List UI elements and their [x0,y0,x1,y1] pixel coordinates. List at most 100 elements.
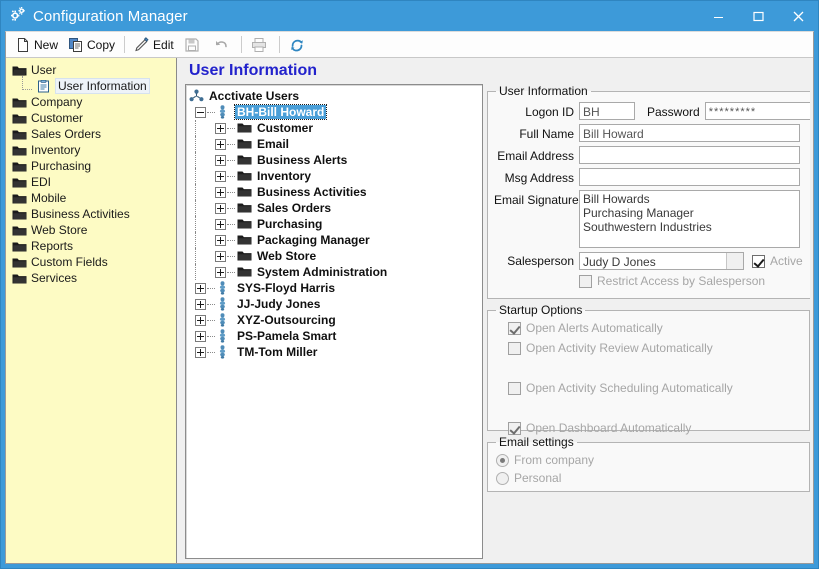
sidebar-item-services[interactable]: Services [6,270,176,286]
expand-toggle[interactable] [215,154,226,166]
open-dashboard-label: Open Dashboard Automatically [526,421,692,435]
email-settings-legend: Email settings [499,435,574,449]
application-window: Configuration Manager New Copy Edit User… [0,0,819,569]
sidebar-item-edi[interactable]: EDI [6,174,176,190]
tree-node-email[interactable]: Email [189,136,482,152]
expand-toggle[interactable] [215,202,226,214]
expand-toggle[interactable] [215,218,226,230]
tree-node-xyz-outsourcing[interactable]: XYZ-Outsourcing [189,312,482,328]
open-activity-scheduling-checkbox [508,381,521,395]
tree-node-tm-tom-miller[interactable]: TM-Tom Miller [189,344,482,360]
sidebar-item-mobile[interactable]: Mobile [6,190,176,206]
collapse-toggle[interactable] [195,106,206,118]
open-activity-review-label: Open Activity Review Automatically [526,341,713,355]
sidebar-item-sales-orders[interactable]: Sales Orders [6,126,176,142]
tree-node-purchasing[interactable]: Purchasing [189,216,482,232]
refresh-button[interactable] [284,34,313,55]
user-icon [217,281,232,295]
sidebar-item-custom-fields[interactable]: Custom Fields [6,254,176,270]
email-signature-label: Email Signature [494,193,579,207]
edit-button[interactable]: Edit [129,34,179,55]
password-label: Password [647,105,700,119]
email-address-input[interactable] [579,146,800,164]
folder-icon [237,185,252,199]
salesperson-combobox[interactable]: Judy D Jones [579,252,744,270]
tree-node-label: Business Activities [257,185,367,199]
sidebar-item-reports[interactable]: Reports [6,238,176,254]
sidebar-item-user-information[interactable]: User Information [6,76,176,94]
expand-toggle[interactable] [215,170,226,182]
user-icon [217,297,232,311]
tree-node-bh-bill-howard[interactable]: BH-Bill Howard [189,104,482,120]
expand-toggle[interactable] [195,330,206,342]
user-tree[interactable]: Acctivate Users BH-Bill Howard Customer … [185,84,483,559]
sidebar-item-inventory[interactable]: Inventory [6,142,176,158]
tree-node-ps-pamela-smart[interactable]: PS-Pamela Smart [189,328,482,344]
pane-splitter[interactable] [177,58,185,563]
expand-toggle[interactable] [195,298,206,310]
sidebar-item-web-store[interactable]: Web Store [6,222,176,238]
tree-node-business-activities[interactable]: Business Activities [189,184,482,200]
expand-toggle[interactable] [195,282,206,294]
user-icon [217,329,232,343]
user-icon [217,313,232,327]
folder-icon [237,217,252,231]
sidebar-item-company[interactable]: Company [6,94,176,110]
folder-icon [237,121,252,135]
tree-node-sys-floyd-harris[interactable]: SYS-Floyd Harris [189,280,482,296]
full-name-input[interactable]: Bill Howard [579,124,800,142]
new-document-icon [15,37,31,53]
toolbar: New Copy Edit [6,32,813,58]
sidebar-item-label: Company [31,95,83,109]
tree-node-packaging-manager[interactable]: Packaging Manager [189,232,482,248]
toolbar-separator [124,36,126,53]
expand-toggle[interactable] [215,234,226,246]
tree-node-root[interactable]: Acctivate Users [189,88,482,104]
tree-node-system-administration[interactable]: System Administration [189,264,482,280]
personal-row: Personal [496,471,803,485]
minimize-button[interactable] [698,1,738,31]
tree-connector [227,207,235,209]
new-button[interactable]: New [10,34,63,55]
chevron-down-icon[interactable] [726,253,743,269]
sidebar-item-customer[interactable]: Customer [6,110,176,126]
msg-address-input[interactable] [579,168,800,186]
email-address-row: Email Address [494,146,810,164]
expand-toggle[interactable] [215,266,226,278]
expand-toggle[interactable] [215,138,226,150]
tree-node-business-alerts[interactable]: Business Alerts [189,152,482,168]
tree-node-inventory[interactable]: Inventory [189,168,482,184]
content-area: User Information Acctivate Users BH-Bill… [185,58,813,563]
folder-icon [12,272,27,285]
detail-column: User Information Logon ID BH Password **… [487,62,810,559]
expand-toggle[interactable] [215,186,226,198]
tree-node-label: Business Alerts [257,153,348,167]
print-button [246,34,275,55]
tree-node-customer[interactable]: Customer [189,120,482,136]
tree-connector [22,76,32,90]
expand-toggle[interactable] [215,122,226,134]
tree-node-web-store[interactable]: Web Store [189,248,482,264]
folder-icon [237,249,252,263]
pencil-icon [134,36,150,53]
full-name-label: Full Name [519,127,574,141]
body-split: User User Information Company Customer S… [6,58,813,563]
email-signature-textarea[interactable]: Bill Howards Purchasing Manager Southwes… [579,190,800,248]
sidebar-item-business-activities[interactable]: Business Activities [6,206,176,222]
expand-toggle[interactable] [215,250,226,262]
tree-node-label: Acctivate Users [209,89,300,103]
tree-node-jj-judy-jones[interactable]: JJ-Judy Jones [189,296,482,312]
copy-button[interactable]: Copy [63,34,120,55]
user-information-group: User Information Logon ID BH Password **… [487,84,810,299]
folder-icon [237,201,252,215]
maximize-button[interactable] [738,1,778,31]
expand-toggle[interactable] [195,314,206,326]
tree-node-sales-orders[interactable]: Sales Orders [189,200,482,216]
close-button[interactable] [778,1,818,31]
salesperson-row: Salesperson Judy D Jones Active [494,252,810,270]
logon-id-input[interactable]: BH [579,102,635,120]
expand-toggle[interactable] [195,346,206,358]
sidebar-item-purchasing[interactable]: Purchasing [6,158,176,174]
folder-icon [12,128,27,141]
password-input[interactable]: ********* [704,102,810,120]
